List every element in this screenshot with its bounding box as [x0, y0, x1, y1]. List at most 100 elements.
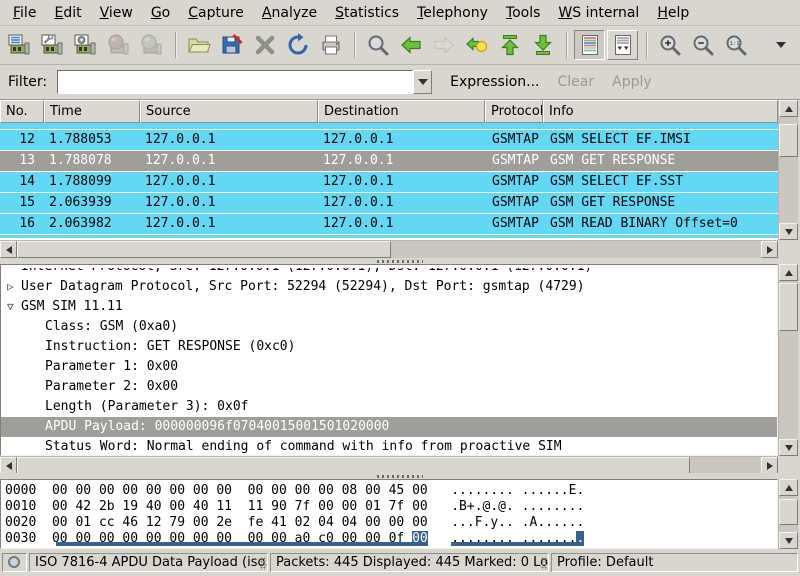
expert-info-button[interactable] [2, 553, 27, 572]
scroll-track[interactable] [17, 457, 761, 474]
scroll-track[interactable] [779, 281, 798, 439]
scroll-up-button[interactable] [779, 479, 798, 496]
ascii-char: . [576, 483, 584, 498]
clear-button[interactable]: Clear [558, 74, 595, 90]
scroll-track[interactable] [779, 117, 798, 223]
go-back-button[interactable] [395, 30, 426, 60]
detail-line[interactable]: Parameter 2: 0x00 [1, 377, 777, 397]
expander-closed-icon[interactable]: ▷ [5, 277, 21, 297]
scroll-right-button[interactable] [761, 457, 778, 474]
detail-line[interactable]: Status Word: Normal ending of command wi… [1, 437, 777, 456]
packet-row-14[interactable]: 141.788099127.0.0.1127.0.0.1GSMTAPGSM SE… [0, 172, 778, 192]
scroll-up-button[interactable] [779, 100, 798, 117]
column-header-protocol[interactable]: Protocol [485, 100, 543, 123]
toolbar: 1:1 [0, 26, 800, 65]
scroll-track[interactable] [17, 241, 761, 258]
zoom-out-button[interactable] [687, 30, 718, 60]
detail-line[interactable]: Length (Parameter 3): 0x0f [1, 397, 777, 417]
zoom-100-button[interactable]: 1:1 [720, 30, 751, 60]
menu-telephony[interactable]: Telephony [408, 2, 497, 24]
hex-offset: 0010 [5, 499, 36, 514]
scroll-track[interactable] [779, 496, 798, 532]
go-top-button[interactable] [494, 30, 525, 60]
list-interfaces-button[interactable] [4, 30, 35, 60]
scroll-thumb[interactable] [779, 283, 798, 331]
filter-input[interactable] [57, 70, 413, 94]
detail-line[interactable]: Internet Protocol, Src: 127.0.0.1 (127.0… [1, 268, 777, 277]
scroll-left-button[interactable] [0, 241, 17, 258]
detail-line[interactable]: ▷User Datagram Protocol, Src Port: 52294… [1, 277, 777, 297]
menu-tools[interactable]: Tools [497, 2, 550, 24]
expander-open-icon[interactable]: ▽ [5, 297, 21, 317]
scroll-down-button[interactable] [779, 439, 798, 456]
scroll-down-button[interactable] [779, 532, 798, 549]
scroll-right-button[interactable] [761, 241, 778, 258]
menu-capture[interactable]: Capture [179, 2, 253, 24]
menu-file[interactable]: File [4, 2, 45, 24]
detail-line[interactable]: ▽GSM SIM 11.11 [1, 297, 777, 317]
save-file-button[interactable] [216, 30, 247, 60]
apply-button[interactable]: Apply [612, 74, 652, 90]
scroll-thumb[interactable] [17, 241, 391, 258]
menu-statistics[interactable]: Statistics [326, 2, 408, 24]
column-header-source[interactable]: Source [140, 100, 318, 123]
menu-go[interactable]: Go [142, 2, 179, 24]
go-forward-icon [432, 33, 456, 57]
open-file-button[interactable] [183, 30, 214, 60]
detail-line[interactable]: Instruction: GET RESPONSE (0xc0) [1, 337, 777, 357]
autoscroll-button[interactable] [607, 30, 638, 60]
detail-line[interactable]: Parameter 1: 0x00 [1, 357, 777, 377]
print-button[interactable] [315, 30, 346, 60]
resize-grip[interactable] [541, 557, 547, 570]
cell-destination: 127.0.0.1 [318, 172, 485, 192]
column-header-destination[interactable]: Destination [318, 100, 485, 123]
cell-no: 12 [0, 130, 44, 150]
go-forward-button[interactable] [428, 30, 459, 60]
scroll-up-button[interactable] [779, 264, 798, 281]
capture-restart-button[interactable] [136, 30, 167, 60]
scroll-down-button[interactable] [779, 223, 798, 240]
hex-byte: 00 [271, 483, 287, 498]
scroll-left-button[interactable] [0, 457, 17, 474]
packet-row-13[interactable]: 131.788078127.0.0.1127.0.0.1GSMTAPGSM GE… [0, 151, 778, 171]
detail-line[interactable]: Class: GSM (0xa0) [1, 317, 777, 337]
capture-start-button[interactable] [70, 30, 101, 60]
profile-box[interactable]: Profile: Default [551, 553, 798, 572]
column-header-no[interactable]: No. [0, 100, 44, 123]
zoom-in-button[interactable] [654, 30, 685, 60]
capture-options-button[interactable] [37, 30, 68, 60]
close-file-button[interactable] [249, 30, 280, 60]
hex-line-0020[interactable]: 0020 00 01 cc 46 12 79 00 2e fe 41 02 04… [5, 515, 777, 531]
hex-line-0010[interactable]: 0010 00 42 2b 19 40 00 40 11 11 90 7f 00… [5, 499, 777, 515]
menu-ws-internal[interactable]: WS internal [549, 2, 648, 24]
colorize-button[interactable] [574, 30, 605, 60]
goto-packet-button[interactable] [461, 30, 492, 60]
find-packet-button[interactable] [362, 30, 393, 60]
column-header-time[interactable]: Time [44, 100, 140, 123]
detail-line[interactable]: APDU Payload: 000000096f0704001500150102… [1, 417, 777, 437]
menu-analyze[interactable]: Analyze [253, 2, 326, 24]
packet-row-16[interactable]: 162.063982127.0.0.1127.0.0.1GSMTAPGSM RE… [0, 214, 778, 234]
scroll-thumb[interactable] [779, 124, 798, 157]
expression-button[interactable]: Expression... [450, 74, 539, 90]
scroll-thumb[interactable] [17, 457, 690, 474]
menu-help[interactable]: Help [648, 2, 698, 24]
packet-row-11[interactable]: 111.788051127.0.0.1127.0.0.1GSMTAPGSM GE… [0, 123, 778, 129]
menu-view[interactable]: View [91, 2, 142, 24]
hex-byte: 42 [75, 499, 91, 514]
capture-stop-button[interactable] [103, 30, 134, 60]
column-header-info[interactable]: Info [543, 100, 778, 123]
filter-dropdown-button[interactable] [413, 70, 432, 94]
expert-info-icon [8, 556, 20, 568]
resize-grip[interactable] [260, 557, 266, 570]
hex-line-0000[interactable]: 0000 00 00 00 00 00 00 00 00 00 00 00 00… [5, 483, 777, 499]
ascii-char: . [537, 483, 545, 498]
scroll-thumb[interactable] [779, 499, 798, 525]
packet-row-12[interactable]: 121.788053127.0.0.1127.0.0.1GSMTAPGSM SE… [0, 130, 778, 150]
menu-edit[interactable]: Edit [45, 2, 90, 24]
reload-button[interactable] [282, 30, 313, 60]
detail-text: Length (Parameter 3): 0x0f [45, 397, 249, 417]
toolbar-overflow-button[interactable] [772, 36, 790, 54]
packet-row-15[interactable]: 152.063939127.0.0.1127.0.0.1GSMTAPGSM GE… [0, 193, 778, 213]
go-bottom-button[interactable] [527, 30, 558, 60]
